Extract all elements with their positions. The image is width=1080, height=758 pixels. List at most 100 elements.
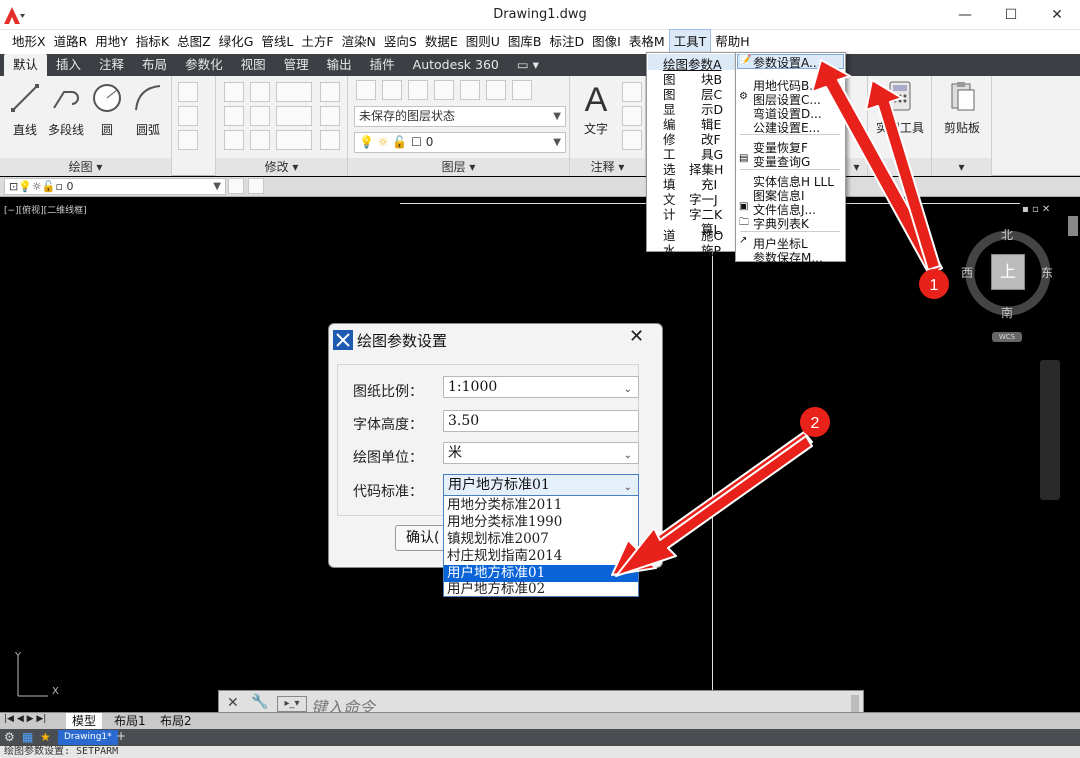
menu-item-help[interactable]: 帮助H [711, 30, 753, 54]
grid-icon[interactable]: ▦ [22, 730, 33, 744]
scale-tool[interactable] [250, 130, 270, 150]
tab-output[interactable]: 输出 [318, 54, 361, 76]
layer-state-button[interactable] [382, 80, 402, 100]
hatch-tool[interactable] [178, 106, 198, 126]
rotate-tool[interactable] [250, 82, 270, 102]
unit-select[interactable]: 米 ⌄ [443, 442, 639, 464]
menu-item-index[interactable]: 指标K [132, 30, 173, 54]
layer-select[interactable]: 💡 ☼ 🔓 ☐ 0 ▼ [354, 132, 566, 153]
command-scroll[interactable] [851, 695, 859, 713]
menu-item-table[interactable]: 表格M [625, 30, 669, 54]
maximize-button[interactable]: ☐ [988, 2, 1034, 28]
tab-default[interactable]: 默认 [4, 54, 48, 76]
offset-tool[interactable] [320, 130, 340, 150]
copy-tool[interactable] [224, 106, 244, 126]
close-window-button[interactable]: ✕ [1034, 2, 1080, 28]
menu-item-render[interactable]: 渲染N [338, 30, 380, 54]
document-tab[interactable]: Drawing1* [58, 730, 118, 745]
tab-plugins[interactable]: 插件 [361, 54, 404, 76]
move-tool[interactable] [224, 82, 244, 102]
tab-model[interactable]: 模型 [66, 713, 103, 729]
submenu-param-settings[interactable]: 参数设置A... [753, 54, 820, 71]
star-icon[interactable]: ★ [40, 730, 51, 744]
menu-item-earthwork[interactable]: 土方F [297, 30, 337, 54]
submenu-param-save[interactable]: 参数保存M... [753, 249, 823, 266]
close-icon[interactable]: ✕ [227, 695, 239, 711]
wrench-icon[interactable]: 🔧 [251, 694, 268, 710]
navigation-bar[interactable] [1040, 360, 1060, 500]
fillet-tool[interactable] [276, 106, 312, 126]
menu-item-plan-rules[interactable]: 图则U [462, 30, 504, 54]
compass-north[interactable]: 北 [1001, 226, 1013, 243]
font-height-input[interactable]: 3.50 [443, 410, 639, 432]
quick-layer-select[interactable]: ⊡💡☼🔓▫ 0 ▼ [4, 178, 226, 195]
polyline-tool[interactable]: 多段线 [44, 82, 88, 138]
menu-col1-item[interactable]: 水 [663, 240, 676, 259]
gear-icon[interactable]: ⚙ [4, 730, 15, 744]
menu-item-greening[interactable]: 绿化G [215, 30, 258, 54]
tab-more[interactable]: ▭ ▾ [508, 54, 548, 76]
code-standard-select[interactable]: 用户地方标准01 ⌄ [443, 474, 639, 496]
text-tool[interactable]: A 文字 [576, 80, 616, 137]
utilities-tool[interactable]: 实用工具 [870, 80, 930, 136]
clipboard-tool[interactable]: 剪贴板 [934, 80, 990, 136]
dialog-close-icon[interactable]: ✕ [629, 326, 644, 347]
compass-east[interactable]: 东 [1041, 264, 1053, 281]
layer-properties-button[interactable] [356, 80, 376, 100]
view-cube[interactable]: 上 北 南 西 东 [961, 228, 1053, 320]
code-option[interactable]: 用户地方标准02 [444, 581, 638, 598]
command-input[interactable]: 键入命令 [311, 694, 851, 717]
tab-insert[interactable]: 插入 [47, 54, 90, 76]
menu-item-terrain[interactable]: 地形X [8, 30, 50, 54]
menu-item-image[interactable]: 图像I [588, 30, 625, 54]
submenu-var-query[interactable]: 变量查询G [753, 153, 810, 170]
tab-parametric[interactable]: 参数化 [176, 54, 232, 76]
rectangle-tool[interactable] [178, 82, 198, 102]
code-option[interactable]: 村庄规划指南2014 [444, 548, 638, 565]
layer-state-select[interactable]: 未保存的图层状态 ▼ [354, 106, 566, 127]
explode-tool[interactable] [320, 106, 340, 126]
make-current-button[interactable] [228, 178, 244, 194]
compass-west[interactable]: 西 [961, 264, 973, 281]
confirm-button[interactable]: 确认( [395, 525, 447, 551]
menu-item-siteplan[interactable]: 总图Z [173, 30, 215, 54]
scale-select[interactable]: 1:1000 ⌄ [443, 376, 639, 398]
layer-lock-button[interactable] [512, 80, 532, 100]
view-cube-top-face[interactable]: 上 [991, 254, 1025, 290]
layer-freeze-button[interactable] [486, 80, 506, 100]
layer-iso-button[interactable] [408, 80, 428, 100]
viewport-controls-label[interactable]: [−][俯视][二维线框] [4, 203, 87, 216]
code-option[interactable]: 用地分类标准1990 [444, 514, 638, 531]
command-history-icon[interactable]: ▸_▾ [277, 696, 307, 712]
menu-item-landuse[interactable]: 用地Y [91, 30, 132, 54]
menu-item-library[interactable]: 图库B [504, 30, 546, 54]
menu-item-road[interactable]: 道路R [50, 30, 92, 54]
tab-manage[interactable]: 管理 [275, 54, 318, 76]
menu-item-pipeline[interactable]: 管线L [257, 30, 297, 54]
tab-layout[interactable]: 布局 [133, 54, 176, 76]
new-tab-icon[interactable]: + [116, 729, 126, 743]
menu-col1-item[interactable]: 计 [663, 204, 676, 223]
trim-tool[interactable] [276, 82, 312, 102]
dimension-tool[interactable] [622, 82, 642, 102]
stretch-tool[interactable] [224, 130, 244, 150]
menu-item-vertical[interactable]: 竖向S [380, 30, 421, 54]
array-tool[interactable] [276, 130, 312, 150]
tab-view[interactable]: 视图 [232, 54, 275, 76]
layer-off-button[interactable] [460, 80, 480, 100]
menu-item-data[interactable]: 数据E [421, 30, 462, 54]
compass-south[interactable]: 南 [1001, 304, 1013, 321]
viewport-window-controls[interactable]: ▪ ▫ ✕ [1022, 204, 1050, 215]
region-tool[interactable] [178, 130, 198, 150]
circle-tool[interactable]: 圆 [88, 82, 126, 138]
submenu-dictionary-list[interactable]: 字典列表K [753, 215, 809, 232]
wcs-badge[interactable]: WCS [992, 332, 1022, 342]
line-tool[interactable]: 直线 [6, 82, 44, 138]
tab-layout2[interactable]: 布局2 [156, 713, 196, 729]
table-tool[interactable] [622, 130, 642, 150]
scrollbar-thumb[interactable] [1068, 216, 1078, 236]
mirror-tool[interactable] [250, 106, 270, 126]
tab-layout1[interactable]: 布局1 [110, 713, 150, 729]
layer-unisolate-button[interactable] [434, 80, 454, 100]
arc-tool[interactable]: 圆弧 [128, 82, 168, 138]
